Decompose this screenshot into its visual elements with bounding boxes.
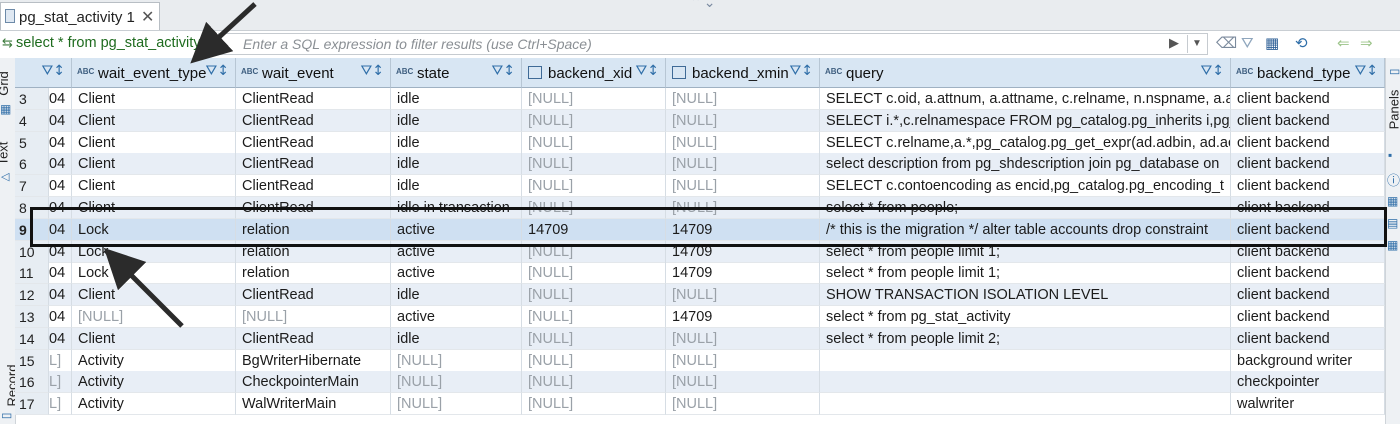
arrow-to-lock-row — [103, 247, 184, 328]
arrow-to-header — [190, 2, 257, 64]
annotation-arrows — [103, 2, 257, 328]
